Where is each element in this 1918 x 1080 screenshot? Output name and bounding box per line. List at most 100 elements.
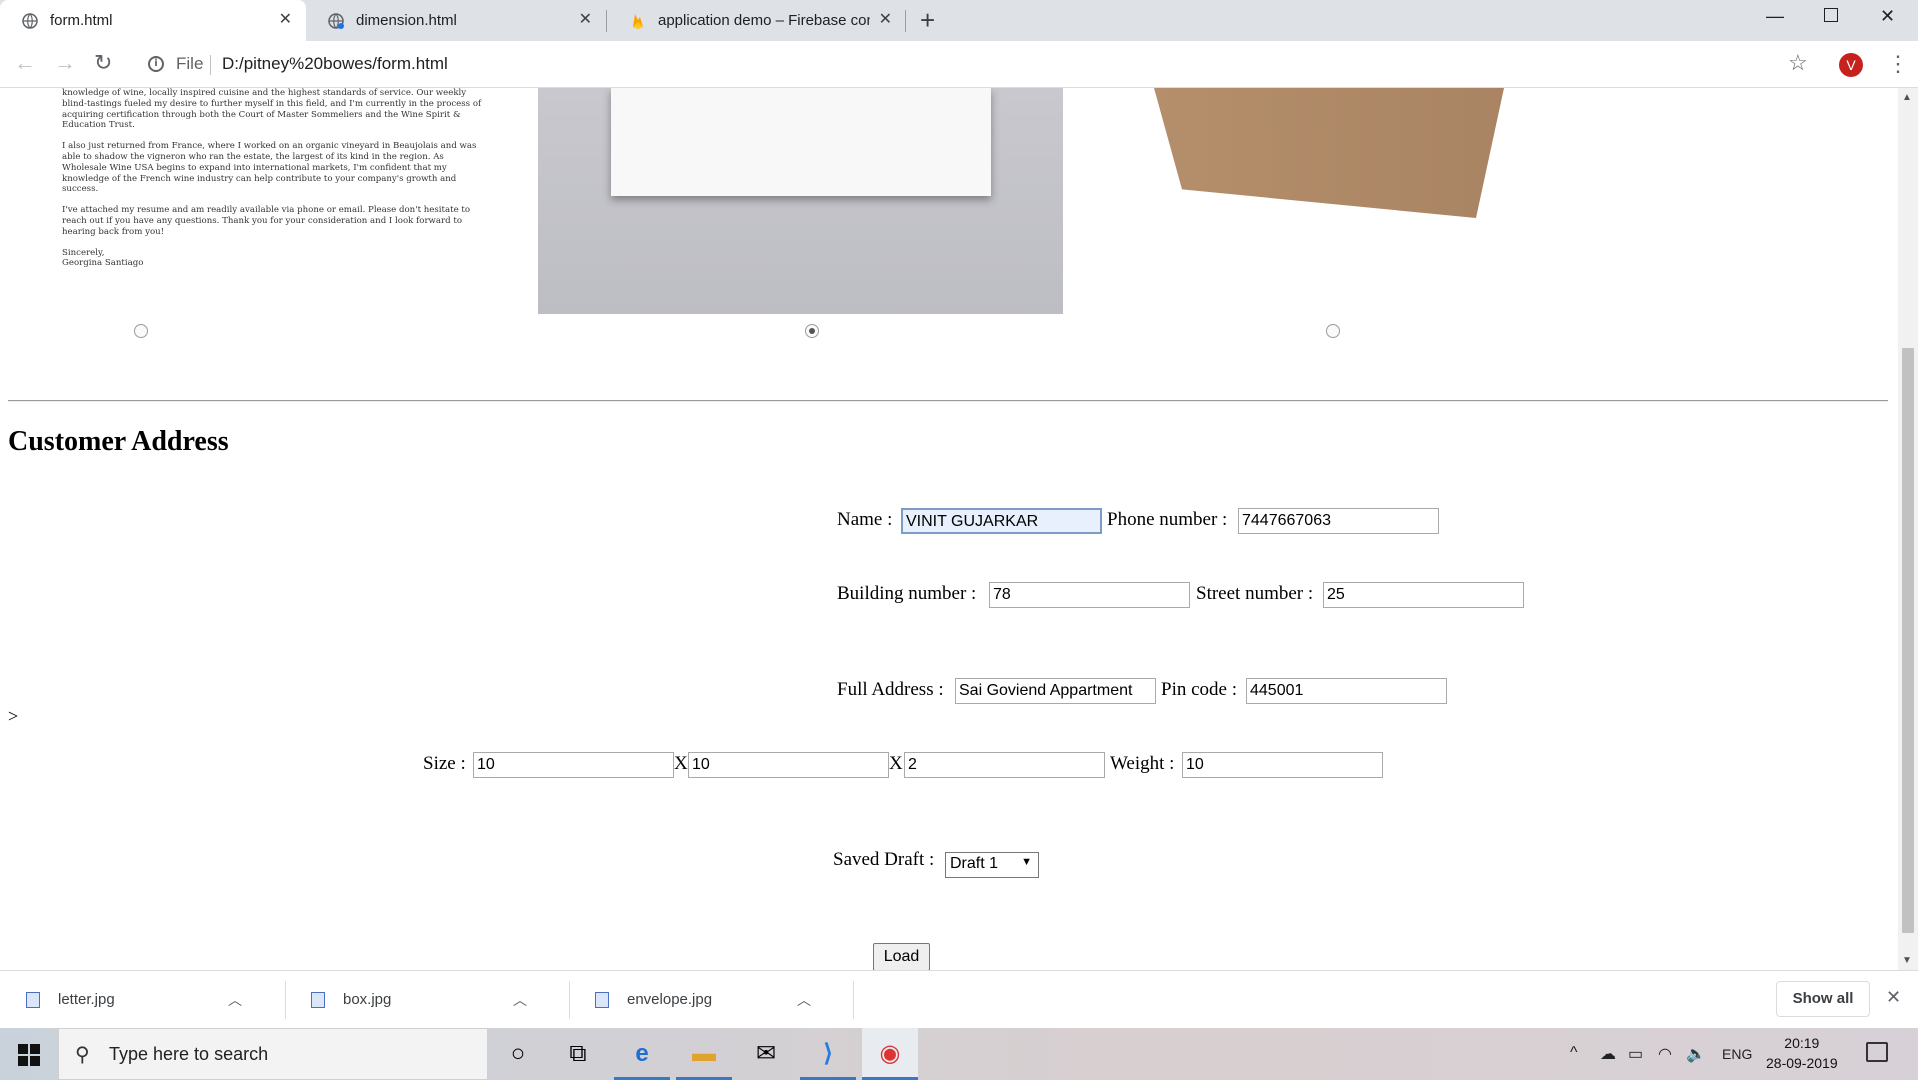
chrome-icon[interactable]: ◉: [862, 1028, 918, 1080]
wifi-icon[interactable]: ◠: [1658, 1044, 1672, 1064]
chrome-menu-icon[interactable]: ⋮: [1887, 51, 1909, 77]
building-input[interactable]: 78: [989, 582, 1190, 608]
firebase-icon: [633, 13, 643, 29]
envelope-image: [538, 88, 1063, 314]
size-height-input[interactable]: 2: [904, 752, 1105, 778]
stray-text: >: [8, 706, 19, 726]
size-label: Size :: [423, 753, 466, 774]
close-shelf-icon[interactable]: ✕: [1886, 987, 1901, 1008]
draft-label: Saved Draft :: [833, 849, 935, 870]
globe-icon: [22, 12, 38, 29]
section-title: Customer Address: [8, 426, 229, 457]
window-close-icon[interactable]: ✕: [1880, 6, 1895, 27]
taskbar-clock[interactable]: 20:19 28-09-2019: [1766, 1033, 1838, 1073]
file-explorer-icon[interactable]: ▬: [676, 1028, 732, 1080]
vscode-icon[interactable]: ⟩: [800, 1028, 856, 1080]
letter-paragraph: I've attached my resume and am readily a…: [62, 205, 471, 237]
address-bar[interactable]: D:/pitney%20bowes/form.html: [222, 54, 448, 74]
download-item[interactable]: box.jpg ︿: [285, 971, 569, 1028]
box-shape: [1154, 88, 1504, 218]
browser-tab-strip: form.html ✕ dimension.html ✕ application…: [0, 0, 1918, 41]
phone-input[interactable]: 7447667063: [1238, 508, 1439, 534]
name-label: Name :: [837, 509, 893, 530]
download-filename: envelope.jpg: [627, 991, 713, 1008]
clock-date: 28-09-2019: [1766, 1055, 1838, 1071]
notifications-icon[interactable]: [1866, 1042, 1888, 1062]
pin-label: Pin code :: [1161, 679, 1237, 700]
envelope-shape: [611, 88, 991, 196]
box-image: [1150, 88, 1510, 248]
tab-title: form.html: [50, 12, 113, 29]
onedrive-icon[interactable]: ☁: [1600, 1044, 1616, 1064]
windows-start-icon[interactable]: [18, 1044, 40, 1066]
close-tab-icon[interactable]: ✕: [879, 12, 892, 28]
radio-box[interactable]: [1326, 324, 1340, 338]
download-item[interactable]: envelope.jpg ︿: [569, 971, 853, 1028]
volume-muted-icon[interactable]: 🔈: [1686, 1044, 1706, 1064]
download-filename: box.jpg: [343, 991, 392, 1008]
forward-arrow-icon[interactable]: →: [54, 50, 76, 76]
pin-input[interactable]: 445001: [1246, 678, 1447, 704]
edge-icon[interactable]: e: [614, 1028, 670, 1080]
tab-dimension-html[interactable]: dimension.html ✕: [306, 0, 606, 41]
profile-avatar[interactable]: V: [1839, 53, 1863, 77]
phone-label: Phone number :: [1107, 509, 1228, 530]
size-length-input[interactable]: 10: [473, 752, 674, 778]
page-scrollbar[interactable]: ▲ ▼: [1898, 88, 1918, 970]
show-all-button[interactable]: Show all: [1776, 981, 1870, 1017]
load-button[interactable]: Load: [873, 943, 930, 970]
scroll-thumb[interactable]: [1902, 348, 1914, 933]
size-width-input[interactable]: 10: [688, 752, 889, 778]
new-tab-icon[interactable]: +: [920, 7, 935, 33]
chevron-up-icon[interactable]: ^: [1570, 1044, 1578, 1062]
back-arrow-icon[interactable]: ←: [14, 50, 36, 76]
letter-signoff: Sincerely, Georgina Santiago: [62, 247, 144, 269]
bookmark-star-icon[interactable]: ☆: [1788, 50, 1808, 76]
radio-envelope[interactable]: [805, 324, 819, 338]
radio-letter[interactable]: [134, 324, 148, 338]
section-divider: [8, 400, 1888, 402]
image-file-icon: [595, 991, 609, 1008]
info-icon[interactable]: i: [148, 56, 164, 72]
close-tab-icon[interactable]: ✕: [579, 12, 592, 28]
scroll-up-arrow-icon[interactable]: ▲: [1902, 92, 1912, 103]
reload-icon[interactable]: ↻: [94, 50, 112, 76]
building-label: Building number :: [837, 583, 977, 604]
clock-time: 20:19: [1784, 1035, 1820, 1051]
weight-input[interactable]: 10: [1182, 752, 1383, 778]
tab-divider: [606, 10, 607, 32]
address-label: Full Address :: [837, 679, 944, 700]
mail-icon[interactable]: ✉: [738, 1028, 794, 1080]
minimize-icon[interactable]: —: [1766, 6, 1784, 27]
search-icon: ⚲: [75, 1044, 90, 1066]
taskbar-search-box[interactable]: ⚲ Type here to search: [58, 1028, 488, 1080]
image-file-icon: [26, 991, 40, 1008]
chevron-up-icon[interactable]: ︿: [797, 990, 811, 1010]
dropdown-arrow-icon: ▼: [1021, 856, 1032, 868]
battery-icon[interactable]: ▭: [1628, 1044, 1643, 1064]
name-input[interactable]: VINIT GUJARKAR: [901, 508, 1102, 534]
chevron-up-icon[interactable]: ︿: [228, 990, 242, 1010]
tab-title: dimension.html: [356, 12, 457, 29]
scroll-down-arrow-icon[interactable]: ▼: [1902, 955, 1912, 966]
letter-paragraph: knowledge of wine, locally inspired cuis…: [62, 88, 482, 131]
browser-toolbar: ← → ↻ i File D:/pitney%20bowes/form.html…: [0, 41, 1918, 88]
chevron-up-icon[interactable]: ︿: [513, 990, 527, 1010]
image-file-icon: [311, 991, 325, 1008]
address-input[interactable]: Sai Goviend Appartment: [955, 678, 1156, 704]
tab-divider: [905, 10, 906, 32]
cortana-icon[interactable]: ○: [490, 1028, 546, 1080]
draft-select[interactable]: Draft 1 ▼: [945, 852, 1039, 878]
windows-taskbar: ⚲ Type here to search ○ ⧉ e ▬ ✉ ⟩ ◉ ^ ☁ …: [0, 1028, 1918, 1080]
task-view-icon[interactable]: ⧉: [550, 1028, 606, 1080]
maximize-icon[interactable]: [1824, 8, 1838, 22]
tab-title: application demo – Firebase con: [658, 12, 870, 29]
street-input[interactable]: 25: [1323, 582, 1524, 608]
language-indicator[interactable]: ENG: [1722, 1046, 1752, 1062]
tab-firebase-console[interactable]: application demo – Firebase con ✕: [608, 0, 906, 41]
download-shelf: letter.jpg ︿ box.jpg ︿ envelope.jpg ︿ Sh…: [0, 970, 1918, 1028]
weight-label: Weight :: [1110, 753, 1175, 774]
download-item[interactable]: letter.jpg ︿: [0, 971, 285, 1028]
close-tab-icon[interactable]: ✕: [279, 12, 292, 28]
tab-form-html[interactable]: form.html ✕: [0, 0, 306, 41]
